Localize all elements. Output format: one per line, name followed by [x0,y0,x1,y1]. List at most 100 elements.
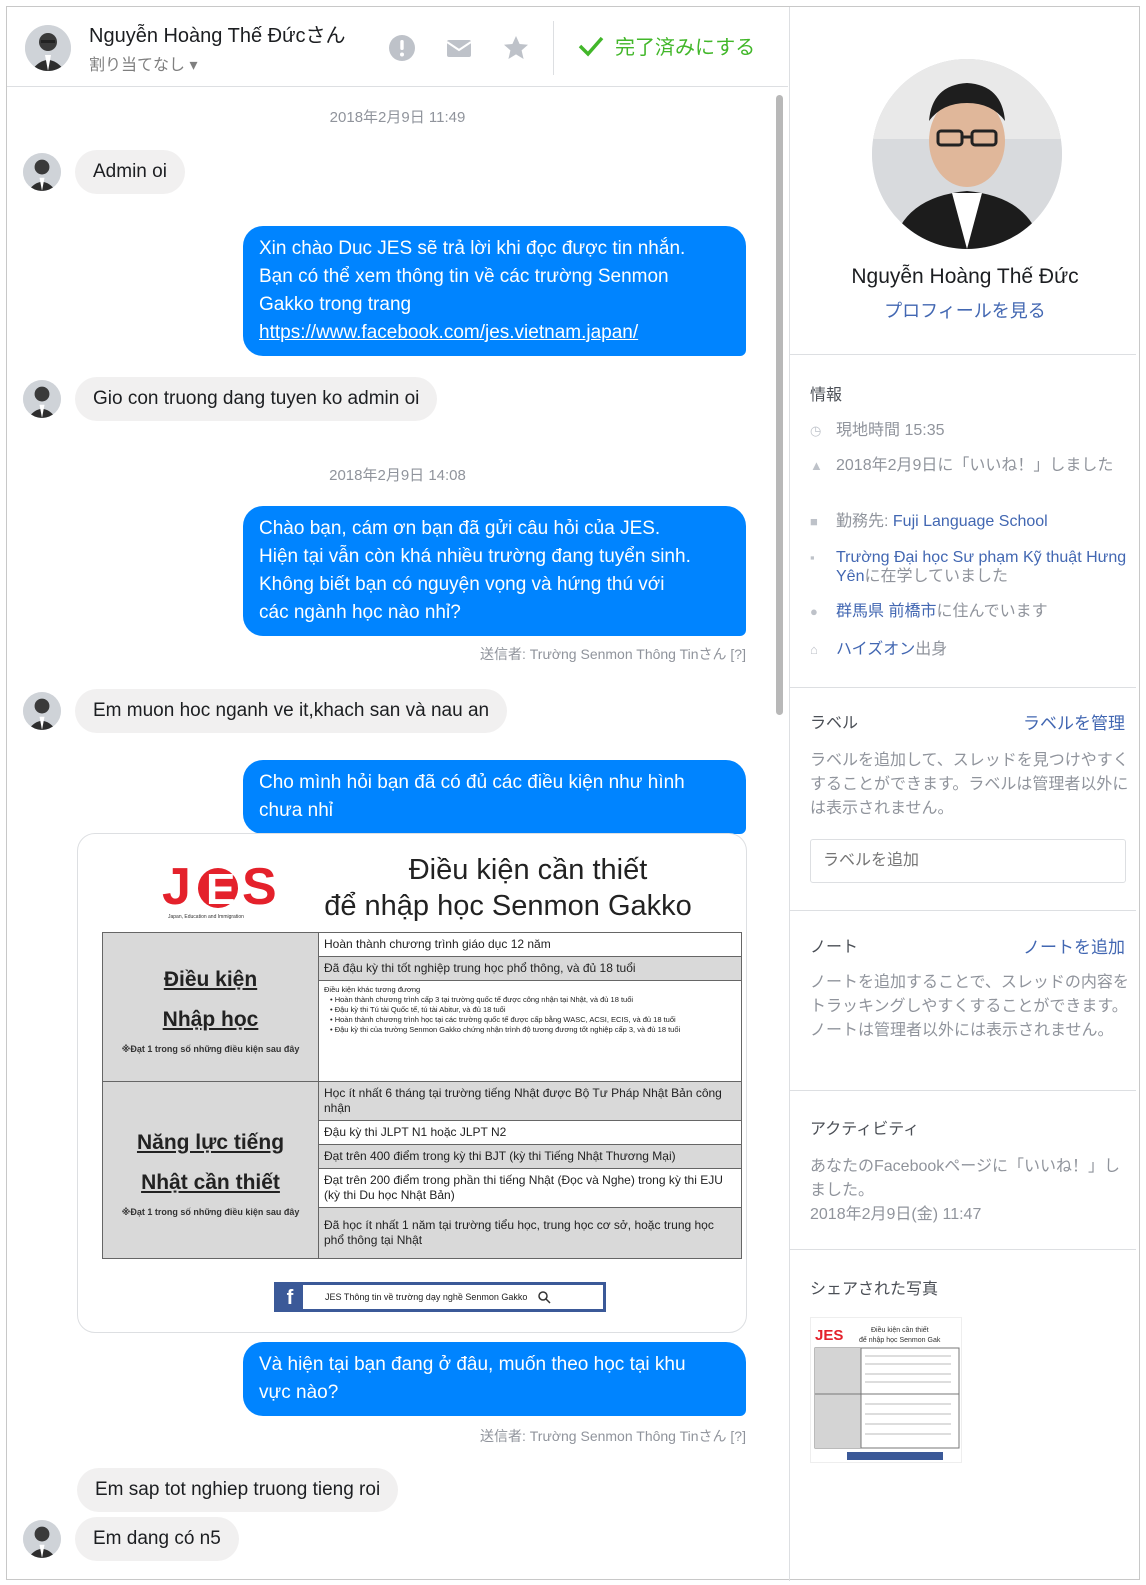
activity-text: あなたのFacebookページに「いいね！」しました。 [810,1158,1120,1199]
message-line: các ngành học nào nhỉ? [259,602,461,623]
profile-name: Nguyễn Hoàng Thế Đức [851,265,1079,288]
image-title-line1: Điều kiện cần thiết [408,854,648,886]
japanese-ability-section: Năng lực tiếng Nhật cần thiết ※Đạt 1 tro… [102,1082,742,1259]
notes-description: ノートを追加することで、スレッドの内容をトラッキングしやすくすることができます。… [810,974,1129,1039]
view-profile-link[interactable]: プロフィールを見る [790,297,1140,323]
section-title: Điều kiện [163,967,258,991]
briefcase-icon: ■ [810,514,818,529]
location-pin-icon: ● [810,604,818,619]
jes-logo: J E S Japan, Education and Immigration [162,858,277,920]
requirements-table: Điều kiện Nhập học ※Đạt 1 trong số những… [102,932,742,1259]
scrollbar[interactable] [776,95,783,715]
svg-text:E: E [206,865,235,914]
conversation-header: Nguyễn Hoàng Thế Đứcさん 割り当てなし ▾ 完了済みにする [7,7,788,87]
add-note-link[interactable]: ノートを追加 [1023,933,1125,958]
section-note: ※Đạt 1 trong số những điều kiện sau đây [121,1206,300,1217]
star-icon[interactable] [501,33,531,63]
activity-heading: アクティビティ [810,1121,920,1138]
sender-note: 送信者: Trường Senmon Thông Tinさん [?] [480,1428,746,1444]
school-text: Trường Đại học Sư phạm Kỹ thuật Hưng Yên… [836,549,1127,585]
message-bubble: Em sap tot nghiep truong tieng roi [77,1468,399,1512]
table-cell: Đậu kỳ thi JLPT N1 hoặc JLPT N2 [319,1121,741,1145]
hometown-row: ⌂ ハイズオン出身 [810,640,1130,659]
contact-info-panel: Nguyễn Hoàng Thế Đức プロフィールを見る 情報 ◷ 現地時間… [789,7,1139,1581]
svg-text:J: J [162,858,191,916]
message-thread[interactable]: 2018年2月9日 11:49 Admin oi Xin chào Duc JE… [7,88,788,1581]
alert-icon[interactable] [387,33,417,63]
profile-photo[interactable] [872,59,1062,249]
incoming-message: Admin oi [23,150,185,194]
message-line: Hiện tại vẫn còn khá nhiều trường đang t… [259,546,691,567]
message-bubble: Gio con truong dang tuyen ko admin oi [75,377,438,421]
activity-date: 2018年2月9日(金) 11:47 [810,1206,982,1223]
sender-avatar[interactable] [23,380,61,418]
timestamp: 2018年2月9日 11:49 [329,109,466,126]
home-icon: ⌂ [810,642,818,657]
header-divider [553,21,554,75]
table-cell: Điều kiện khác tương đương • Hoàn thành … [324,985,681,1034]
section-divider [790,354,1136,355]
message-line: Không biết bạn có nguyện vọng và hứng th… [259,574,665,595]
message-line: Bạn có thể xem thông tin về các trường S… [259,266,669,287]
message-bubble: Em muon hoc nganh ve it,khach san và nau… [75,689,508,733]
facebook-icon: f [277,1285,303,1309]
timestamp: 2018年2月9日 14:08 [329,467,466,484]
work-row: ■ 勤務先: Fuji Language School [810,512,1130,531]
local-time: 現地時間 15:35 [836,422,945,439]
message-line: Và hiện tại bạn đang ở đâu, muốn theo họ… [259,1354,686,1375]
add-label-input[interactable] [810,839,1126,883]
location-text: 群馬県 前橋市に住んでいます [836,603,1048,620]
section-divider [790,910,1136,911]
sender-avatar[interactable] [23,692,61,730]
table-cell: Học ít nhất 6 tháng tại trường tiếng Nhậ… [319,1082,741,1121]
location-link[interactable]: 群馬県 前橋市 [836,603,936,620]
graduation-cap-icon: ▪ [810,550,815,565]
mark-done-label: 完了済みにする [615,37,756,59]
hometown-link[interactable]: ハイズオン [836,641,915,658]
message-line: Xin chào Duc JES sẽ trả lời khi đọc được… [259,238,686,259]
shared-image-message[interactable]: J E S Japan, Education and Immigration Đ… [77,833,747,1333]
svg-text:S: S [242,858,277,916]
message-line: Chào bạn, cám ơn bạn đã gửi câu hỏi của … [259,518,661,539]
facebook-page-link[interactable]: https://www.facebook.com/jes.vietnam.jap… [259,322,638,343]
clock-icon: ◷ [810,423,822,438]
header-avatar[interactable] [25,25,71,71]
thumbs-up-icon: ▲ [810,458,823,473]
incoming-message: Em dang có n5 [23,1517,239,1561]
section-label: Điều kiện Nhập học ※Đạt 1 trong số những… [103,933,319,1081]
info-heading: 情報 [810,387,843,404]
liked-row: ▲ 2018年2月9日に「いいね！」しました [810,456,1130,475]
outgoing-message: Và hiện tại bạn đang ở đâu, muốn theo họ… [243,1342,746,1416]
local-time-row: ◷ 現地時間 15:35 [810,421,1130,440]
location-row: ● 群馬県 前橋市に住んでいます [810,602,1130,621]
message-line: Gakko trong trang [259,294,412,315]
section-divider [790,1249,1136,1250]
thumb-logo: JES [815,1327,843,1344]
sender-avatar[interactable] [23,1520,61,1558]
section-title: Nhập học [162,1007,259,1031]
svg-text:Japan, Education and Immigrati: Japan, Education and Immigration [168,914,244,920]
search-icon [538,1291,551,1304]
sender-avatar[interactable] [23,153,61,191]
facebook-page-name: JES Thông tin về trường dạy nghề Senmon … [325,1292,528,1302]
incoming-message: Gio con truong dang tuyen ko admin oi [23,377,438,421]
messenger-window: Nguyễn Hoàng Thế Đứcさん 割り当てなし ▾ 完了済みにする … [6,6,1140,1581]
work-link[interactable]: Fuji Language School [893,513,1048,530]
contact-name[interactable]: Nguyễn Hoàng Thế Đứcさん [89,19,345,48]
hometown-text: ハイズオン出身 [836,641,948,658]
section-label: Năng lực tiếng Nhật cần thiết ※Đạt 1 tro… [103,1082,319,1258]
school-row: ▪ Trường Đại học Sư phạm Kỹ thuật Hưng Y… [810,548,1130,586]
manage-labels-link[interactable]: ラベルを管理 [1023,709,1125,734]
section-title: Năng lực tiếng [136,1130,285,1154]
shared-photo-thumbnail[interactable]: JES Điều kiện cần thiết để nhập học Senm… [810,1317,962,1463]
labels-heading: ラベル [810,715,859,732]
message-line: Cho mình hỏi bạn đã có đủ các điều kiện … [259,772,685,793]
assignment-dropdown[interactable]: 割り当てなし ▾ [89,51,197,75]
outgoing-message: Chào bạn, cám ơn bạn đã gửi câu hỏi của … [243,506,746,636]
table-cell: Đạt trên 200 điểm trong phần thi tiếng N… [319,1169,741,1208]
envelope-icon[interactable] [444,33,474,63]
check-icon [578,36,604,57]
mark-done-button[interactable]: 完了済みにする [577,31,755,60]
section-divider [790,687,1136,688]
image-title-line2: để nhập học Senmon Gakko [324,890,692,922]
